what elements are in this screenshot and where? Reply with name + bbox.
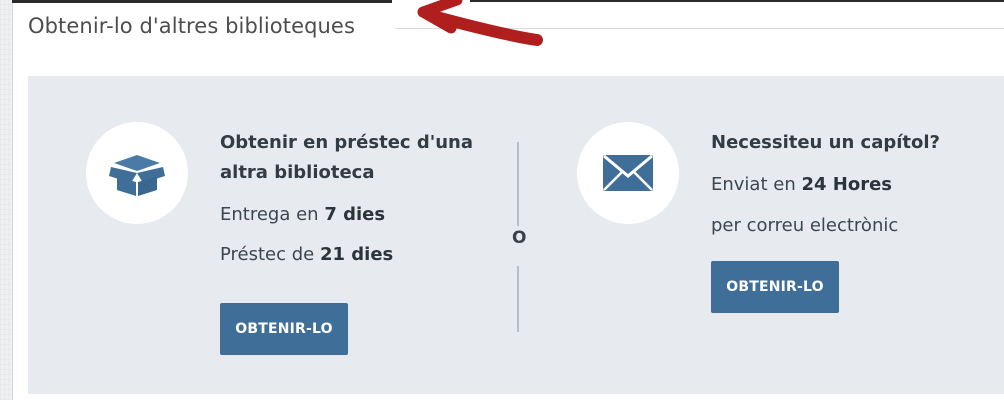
box-icon [109,155,165,196]
loan-delivery-value: 7 dies [324,204,386,225]
chapter-get-button[interactable]: OBTENIR-LO [711,261,839,313]
separator-line-bottom [517,266,519,332]
loan-period-value: 21 dies [319,244,394,265]
chapter-title: Necessiteu un capítol? [711,132,940,153]
loan-period-prefix: Préstec de [220,244,320,265]
loan-icon-circle [86,122,188,224]
loan-get-button[interactable]: OBTENIR-LO [220,303,348,355]
options-card: Obtenir en préstec d'una altra bibliotec… [28,76,1004,394]
envelope-icon [603,155,653,191]
loan-period-text: Préstec de 21 dies [220,243,393,267]
loan-title-line2: altra biblioteca [220,162,375,183]
separator-or-label: O [512,228,527,248]
chapter-sent-prefix: Enviat en [711,174,802,195]
section-title: Obtenir-lo d'altres biblioteques [28,14,355,38]
chapter-icon-circle [577,122,679,224]
top-border [12,0,392,3]
chapter-sent-text: Enviat en 24 Hores [711,173,892,197]
annotation-arrow-icon [417,0,543,46]
chapter-sent-value: 24 Hores [801,174,892,195]
chapter-via-text: per correu electrònic [711,215,899,236]
loan-delivery-text: Entrega en 7 dies [220,203,385,227]
separator-line-top [517,142,519,226]
loan-delivery-prefix: Entrega en [220,204,325,225]
loan-title-line1: Obtenir en préstec d'una [220,132,474,153]
